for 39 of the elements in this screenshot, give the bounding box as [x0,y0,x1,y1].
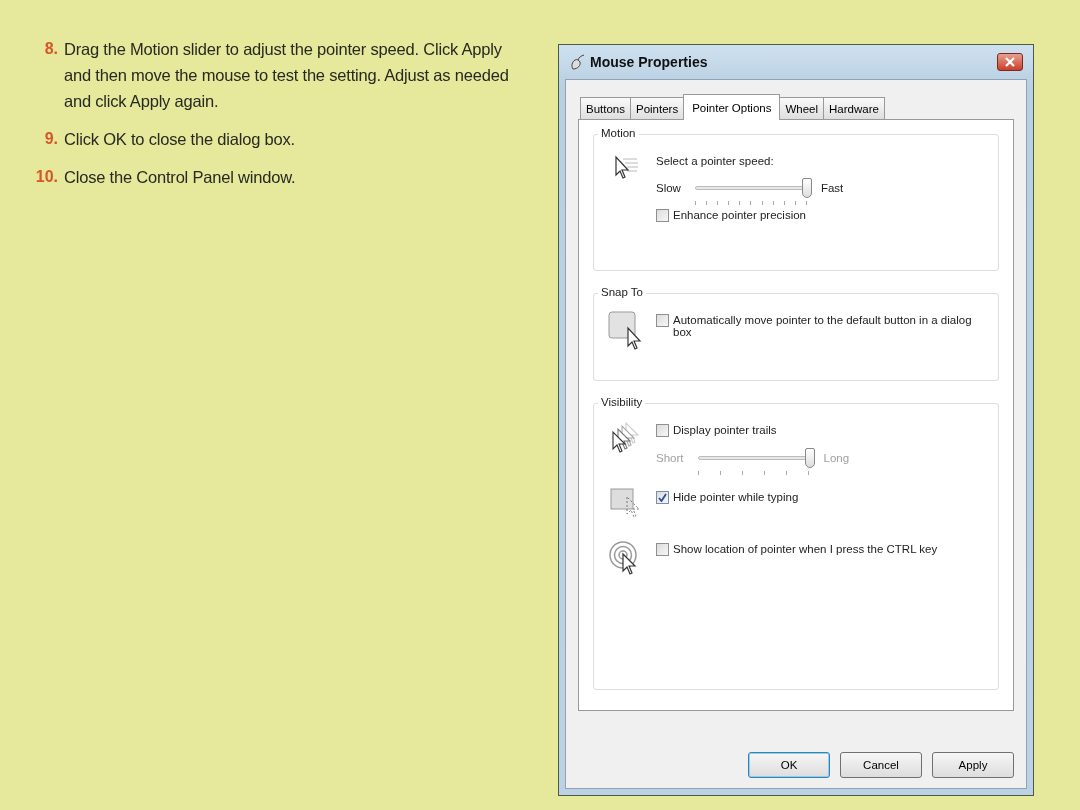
slider-max-label: Fast [820,182,844,194]
pointer-trails-icon [610,420,642,454]
ok-button[interactable]: OK [748,752,830,778]
checkbox-label: Show location of pointer when I press the CTRL key [673,543,938,555]
checkbox[interactable] [656,424,669,437]
slider-max-label: Long [823,452,850,464]
checkbox-label: Automatically move pointer to the default button in a dialog box [673,314,973,338]
checkbox-label: Enhance pointer precision [673,209,806,221]
tab[interactable]: Buttons [580,97,631,119]
window-title: Mouse Properties [590,54,709,70]
step-number: 8. [43,39,58,59]
slider-min-label: Short [656,452,684,464]
snap-button-icon [608,310,644,350]
step-number: 9. [43,129,58,149]
step-number: 10. [34,167,58,187]
checkbox-label: Hide pointer while typing [673,491,799,503]
checkbox[interactable] [656,209,669,222]
step-text: Close the Control Panel window. [64,167,297,188]
checkbox[interactable] [656,543,669,556]
close-icon [1005,57,1015,67]
group-title: Motion [598,127,639,139]
group-title: Snap To [598,286,646,298]
checkbox[interactable] [656,314,669,327]
tab[interactable]: Hardware [823,97,885,119]
cancel-button[interactable]: Cancel [840,752,922,778]
checkbox[interactable] [656,491,669,504]
mouse-icon [569,54,585,70]
field-label: Select a pointer speed: [656,155,775,167]
tab[interactable]: Pointer Options [683,94,781,120]
tab[interactable]: Pointers [630,97,685,119]
tab[interactable]: Wheel [779,97,825,119]
slider-thumb[interactable] [801,178,812,198]
apply-button[interactable]: Apply [932,752,1014,778]
checkbox-label: Display pointer trails [673,424,777,436]
step-text: Drag the Motion slider to adjust the pointer speed. Click Apply and then move the mouse to test the setting. Adjust as needed and click Apply again. [64,39,510,112]
close-button[interactable] [997,53,1023,71]
group-title: Visibility [598,396,646,408]
step-text: Click OK to close the dialog box. [64,129,296,150]
slider-min-label: Slow [656,182,681,194]
